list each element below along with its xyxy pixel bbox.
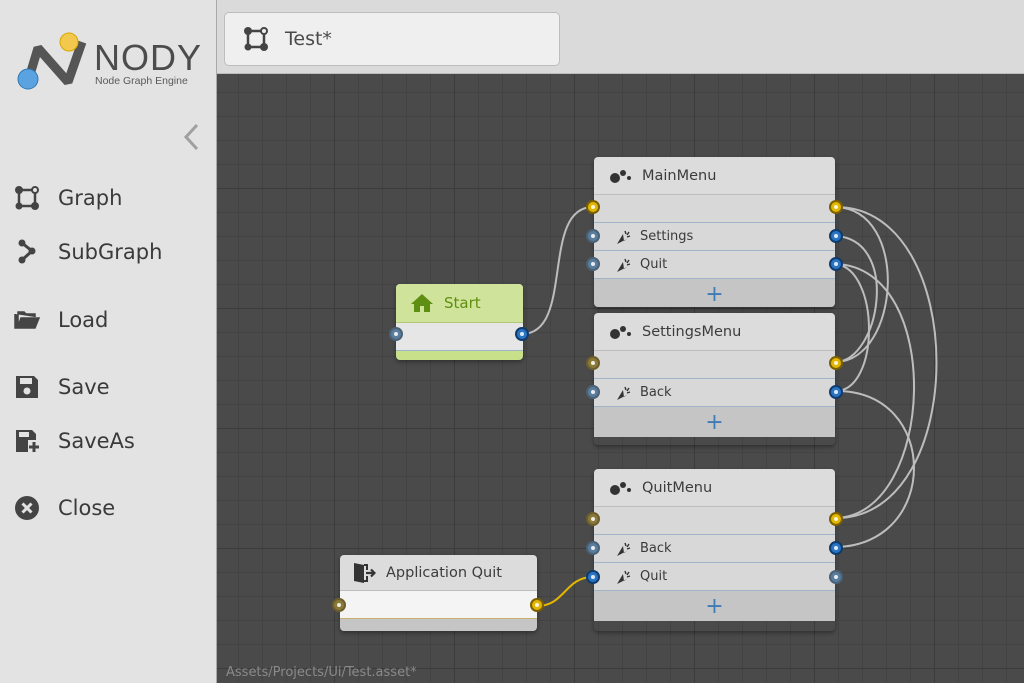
start-node[interactable]: Start <box>396 284 523 360</box>
mainmenu-quit-output-port[interactable] <box>829 257 843 271</box>
sidebar-item-label: Save <box>58 375 110 399</box>
ui-node-icon <box>608 321 634 343</box>
mainmenu-settings-output-port[interactable] <box>829 229 843 243</box>
quitmenu-add-button[interactable]: + <box>594 591 835 621</box>
button-click-icon <box>614 540 634 558</box>
application-quit-row <box>340 591 537 619</box>
settingsmenu-signal-row <box>594 351 835 379</box>
mainmenu-add-button[interactable]: + <box>594 279 835 307</box>
quitmenu-quit-output-port[interactable] <box>829 570 843 584</box>
quitmenu-back-input-port[interactable] <box>586 541 600 555</box>
mainmenu-quit-input-port[interactable] <box>586 257 600 271</box>
start-node-title: Start <box>444 294 481 312</box>
row-label: Settings <box>640 229 694 244</box>
save-icon <box>12 372 42 402</box>
sidebar-item-load[interactable]: Load <box>12 304 207 336</box>
home-icon <box>410 293 434 313</box>
sidebar-item-label: Close <box>58 496 116 520</box>
settingsmenu-row-back[interactable]: Back <box>594 379 835 407</box>
mainmenu-row-quit[interactable]: Quit <box>594 251 835 279</box>
sidebar-item-close[interactable]: Close <box>12 492 207 524</box>
settingsmenu-node[interactable]: SettingsMenu Back + <box>594 313 835 445</box>
start-output-port[interactable] <box>515 327 529 341</box>
quitmenu-title: QuitMenu <box>642 479 713 496</box>
mainmenu-row-settings[interactable]: Settings <box>594 223 835 251</box>
sidebar-item-label: SubGraph <box>58 240 163 264</box>
tab-test[interactable]: Test* <box>224 12 560 66</box>
button-click-icon <box>614 384 634 402</box>
sidebar-item-saveas[interactable]: SaveAs <box>12 425 207 457</box>
settingsmenu-back-input-port[interactable] <box>586 385 600 399</box>
save-as-icon <box>12 426 42 456</box>
quitmenu-row-quit[interactable]: Quit <box>594 563 835 591</box>
graph-icon <box>12 183 42 213</box>
application-quit-output-port[interactable] <box>530 598 544 612</box>
ui-node-icon <box>608 165 634 187</box>
sidebar-item-label: Load <box>58 308 109 332</box>
sidebar-item-label: SaveAs <box>58 429 135 453</box>
settingsmenu-back-output-port[interactable] <box>829 385 843 399</box>
button-click-icon <box>614 256 634 274</box>
asset-path: Assets/Projects/Ui/Test.asset* <box>226 665 417 680</box>
subgraph-icon <box>12 237 42 267</box>
ui-node-icon <box>608 477 634 499</box>
start-node-row <box>396 323 523 351</box>
application-quit-input-port[interactable] <box>332 598 346 612</box>
sidebar-item-graph[interactable]: Graph <box>12 182 207 214</box>
mainmenu-input-port[interactable] <box>586 200 600 214</box>
sidebar: NODY Node Graph Engine Graph SubGraph Lo… <box>0 0 217 683</box>
quitmenu-node[interactable]: QuitMenu Back Quit + <box>594 469 835 631</box>
mainmenu-signal-row <box>594 195 835 223</box>
sidebar-item-label: Graph <box>58 186 123 210</box>
settingsmenu-add-button[interactable]: + <box>594 407 835 437</box>
quitmenu-row-back[interactable]: Back <box>594 535 835 563</box>
logo-subtitle: Node Graph Engine <box>95 75 188 87</box>
row-label: Quit <box>640 257 668 272</box>
mainmenu-node[interactable]: MainMenu Settings Quit + <box>594 157 835 307</box>
application-quit-node[interactable]: Application Quit <box>340 555 537 631</box>
row-label: Back <box>640 541 672 556</box>
exit-icon <box>352 562 378 584</box>
row-label: Quit <box>640 569 668 584</box>
collapse-chevron-icon[interactable] <box>180 122 204 152</box>
close-icon <box>12 493 42 523</box>
tab-label: Test* <box>285 28 332 50</box>
row-label: Back <box>640 385 672 400</box>
start-input-port[interactable] <box>389 327 403 341</box>
mainmenu-settings-input-port[interactable] <box>586 229 600 243</box>
quitmenu-signal-row <box>594 507 835 535</box>
folder-icon <box>12 305 42 335</box>
settingsmenu-input-port[interactable] <box>586 356 600 370</box>
settingsmenu-title: SettingsMenu <box>642 323 742 340</box>
quitmenu-back-output-port[interactable] <box>829 541 843 555</box>
mainmenu-output-port[interactable] <box>829 200 843 214</box>
graph-icon <box>244 27 268 51</box>
application-quit-title: Application Quit <box>386 564 502 581</box>
sidebar-item-save[interactable]: Save <box>12 371 207 403</box>
quitmenu-output-port[interactable] <box>829 512 843 526</box>
button-click-icon <box>614 568 634 586</box>
sidebar-item-subgraph[interactable]: SubGraph <box>12 236 207 268</box>
quitmenu-quit-input-port[interactable] <box>586 570 600 584</box>
settingsmenu-output-port[interactable] <box>829 356 843 370</box>
mainmenu-title: MainMenu <box>642 167 717 184</box>
quitmenu-input-port[interactable] <box>586 512 600 526</box>
button-click-icon <box>614 228 634 246</box>
logo-title: NODY <box>94 37 203 78</box>
